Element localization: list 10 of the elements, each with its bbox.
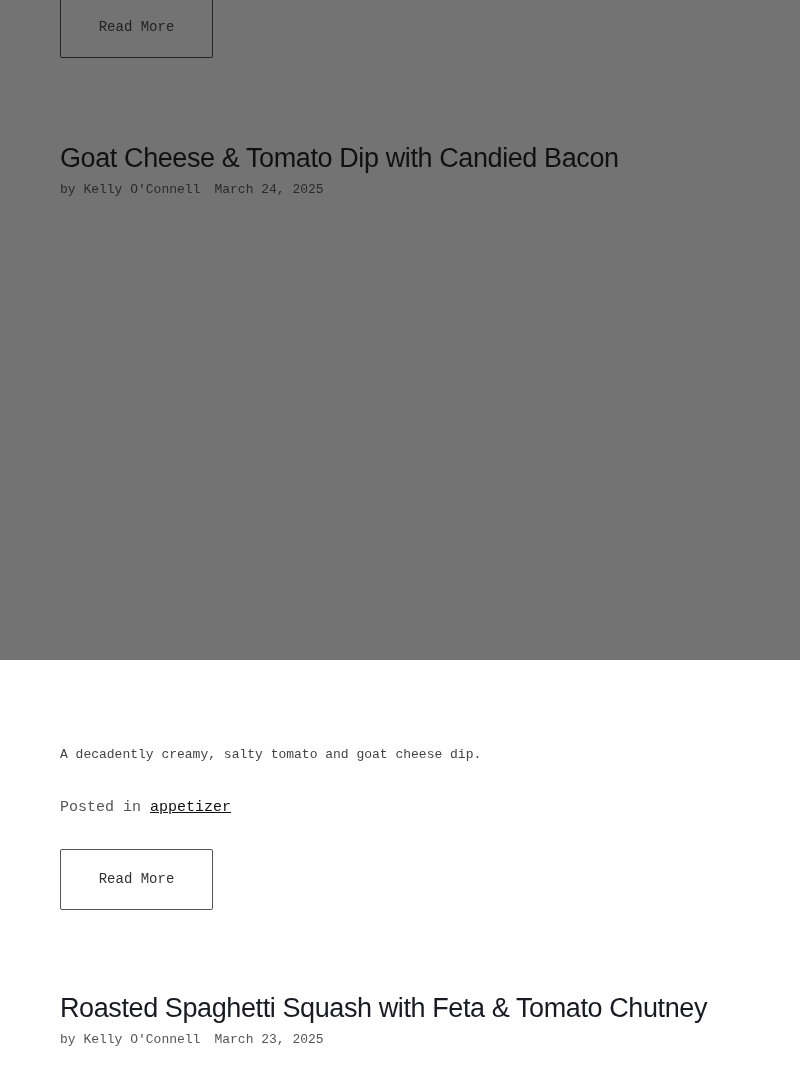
post-title[interactable]: Goat Cheese & Tomato Dip with Candied Bacon — [60, 140, 740, 176]
post-date: March 23, 2025 — [214, 1031, 324, 1049]
posted-in-label: Posted in — [60, 797, 141, 818]
read-more-button[interactable]: Read More — [60, 849, 213, 910]
post-date: March 24, 2025 — [214, 181, 324, 199]
post-author: by Kelly O'Connell — [60, 1031, 201, 1049]
post-excerpt: A decadently creamy, salty tomato and goat cheese dip. — [60, 746, 483, 764]
category-link[interactable]: appetizer — [150, 796, 232, 819]
post-author: by Kelly O'Connell — [60, 181, 201, 199]
post-title[interactable]: Roasted Spaghetti Squash with Feta & Tomato Chutney — [60, 990, 740, 1026]
